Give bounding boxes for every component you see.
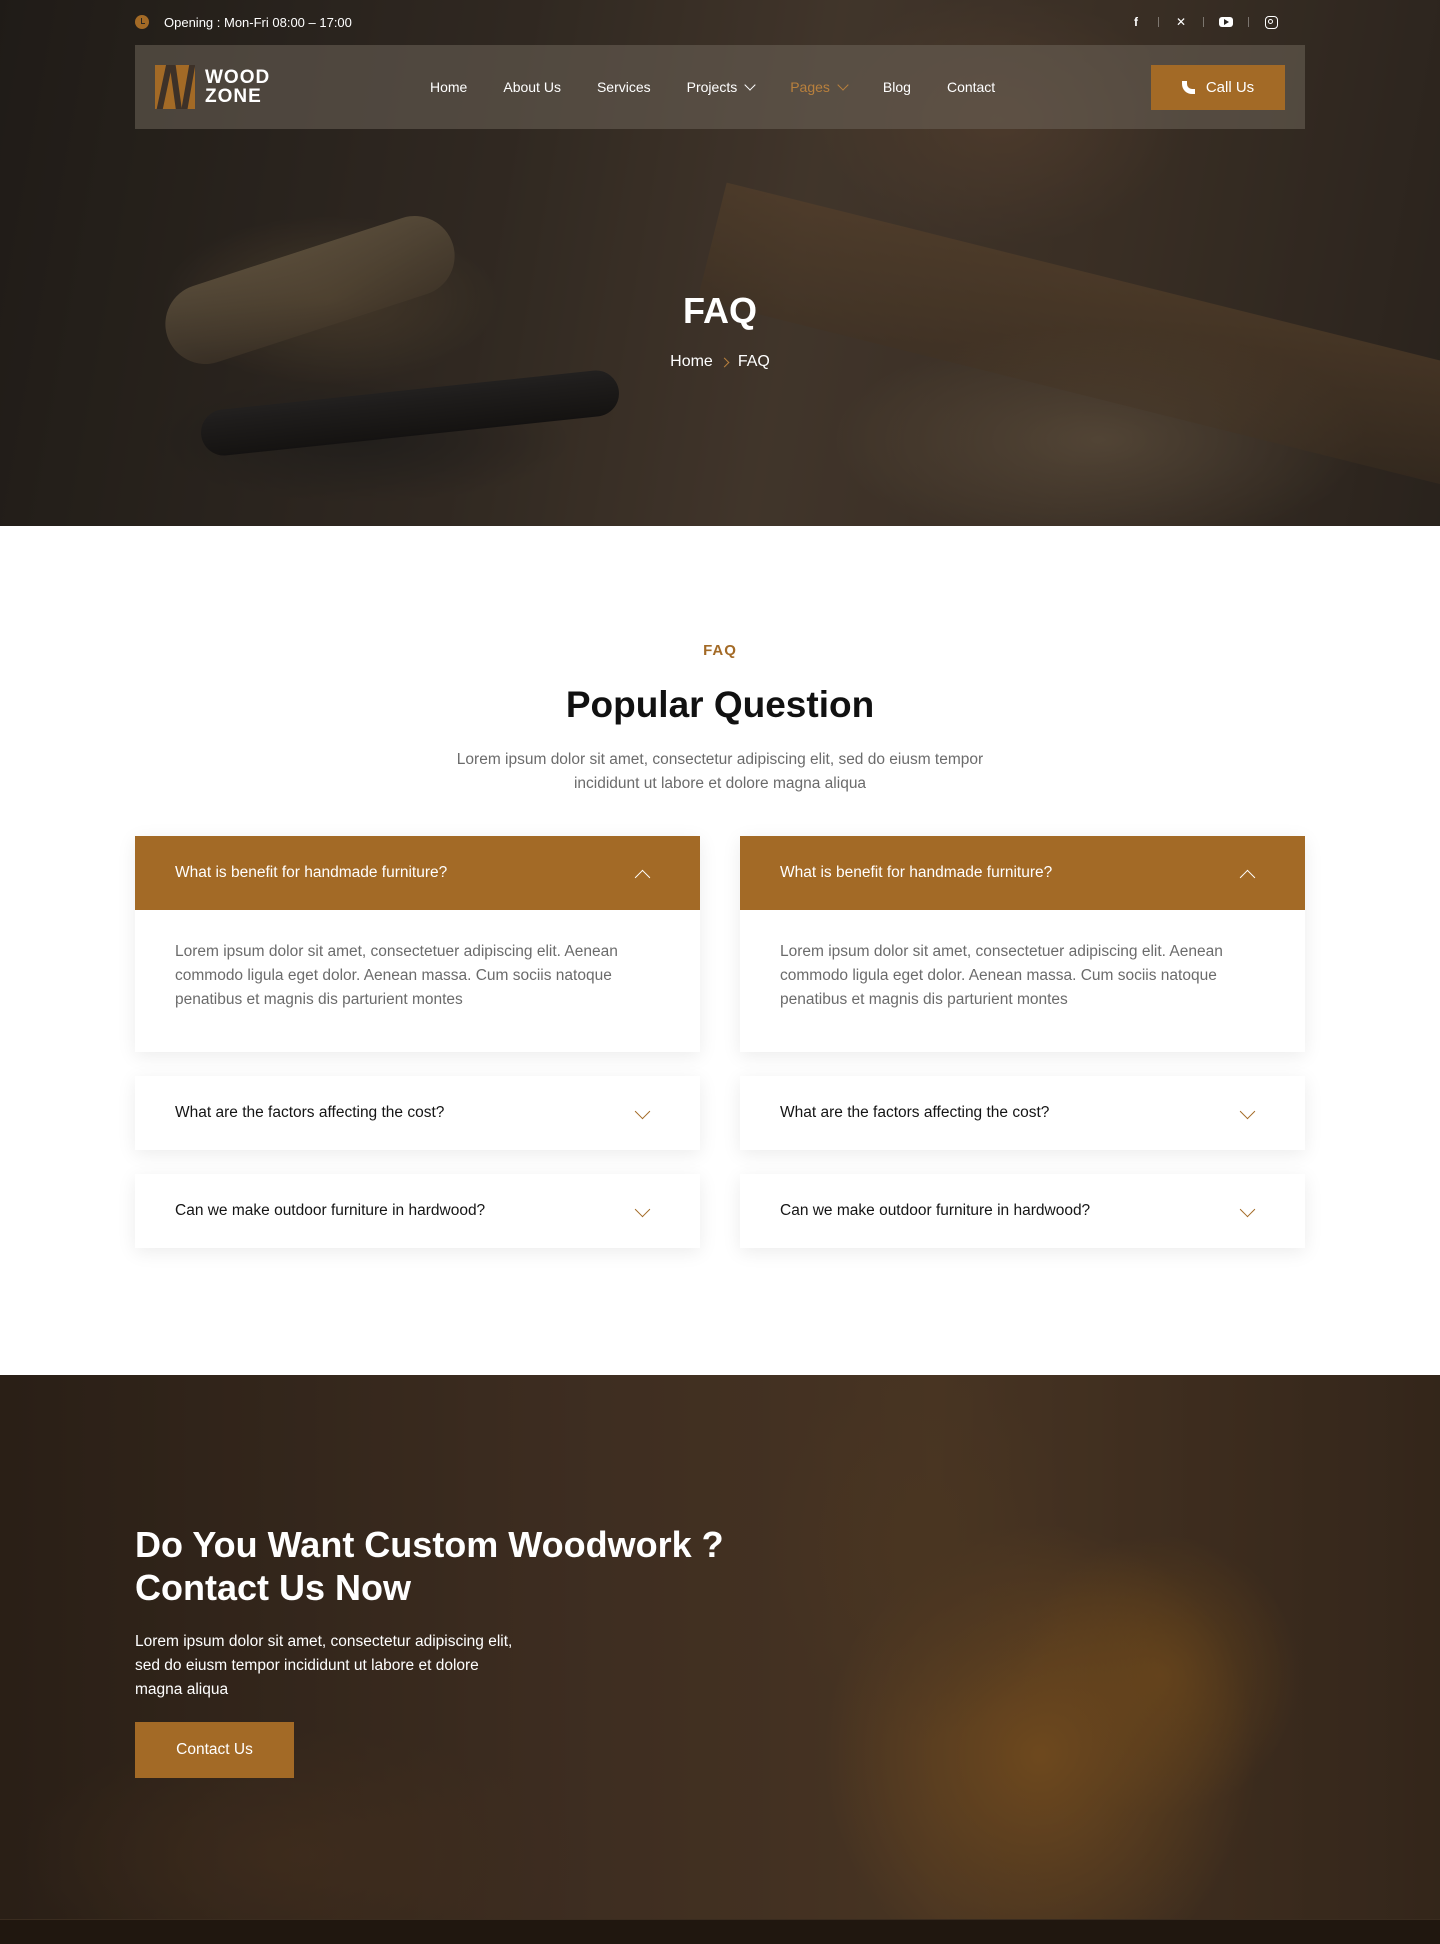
footer-edge [0, 1919, 1440, 1944]
main-navbar: WOOD ZONE Home About Us Services Project… [135, 45, 1305, 129]
nav-services[interactable]: Services [597, 79, 651, 95]
faq-question[interactable]: Can we make outdoor furniture in hardwoo… [740, 1174, 1305, 1248]
section-description: Lorem ipsum dolor sit amet, consectetur … [456, 751, 984, 792]
nav-about-us[interactable]: About Us [503, 79, 561, 95]
chevron-up-icon [1239, 869, 1256, 886]
nav-blog[interactable]: Blog [883, 79, 911, 95]
page-hero: Opening : Mon-Fri 08:00 – 17:00 f ✕ WOOD… [0, 0, 1440, 526]
faq-item: Can we make outdoor furniture in hardwoo… [135, 1174, 700, 1248]
nav-pages[interactable]: Pages [790, 78, 849, 95]
chevron-down-icon [1239, 1201, 1256, 1218]
breadcrumb: Home FAQ [0, 353, 1440, 371]
chevron-down-icon [634, 1201, 651, 1218]
faq-item: What are the factors affecting the cost? [135, 1076, 700, 1150]
faq-item: What are the factors affecting the cost? [740, 1076, 1305, 1150]
section-title: Popular Question [565, 684, 875, 725]
faq-question[interactable]: What is benefit for handmade furniture? [135, 836, 700, 910]
faq-item: Can we make outdoor furniture in hardwoo… [740, 1174, 1305, 1248]
instagram-icon[interactable] [1258, 12, 1284, 32]
faq-answer: Lorem ipsum dolor sit amet, consectetuer… [780, 943, 1223, 1008]
call-us-button[interactable]: Call Us [1151, 65, 1285, 110]
faq-question[interactable]: Can we make outdoor furniture in hardwoo… [135, 1174, 700, 1248]
logo-text-line2: ZONE [205, 86, 262, 107]
faq-question[interactable]: What are the factors affecting the cost? [135, 1076, 700, 1150]
youtube-icon[interactable] [1213, 12, 1239, 32]
nav-home[interactable]: Home [430, 79, 467, 95]
faq-answer: Lorem ipsum dolor sit amet, consectetuer… [175, 943, 618, 1008]
breadcrumb-home[interactable]: Home [670, 353, 713, 371]
breadcrumb-current: FAQ [737, 353, 770, 370]
wood-logo-icon [155, 65, 195, 109]
cta-text: Lorem ipsum dolor sit amet, consectetur … [135, 1633, 513, 1698]
top-info-bar: Opening : Mon-Fri 08:00 – 17:00 f ✕ [135, 0, 1305, 44]
social-links: f ✕ [1123, 12, 1284, 32]
nav-projects[interactable]: Projects [687, 78, 756, 95]
x-icon[interactable]: ✕ [1168, 12, 1194, 32]
faq-item: What is benefit for handmade furniture? … [740, 836, 1305, 1052]
nav-menu: Home About Us Services Projects Pages Bl… [430, 45, 1031, 129]
cta-title: Do You Want Custom Woodwork ? Contact Us… [135, 1524, 724, 1608]
clock-icon [135, 15, 149, 29]
faq-question[interactable]: What are the factors affecting the cost? [740, 1076, 1305, 1150]
logo-text-line1: WOOD [205, 67, 271, 88]
nav-contact[interactable]: Contact [947, 79, 995, 95]
chevron-down-icon [634, 1103, 651, 1120]
faq-item: What is benefit for handmade furniture? … [135, 836, 700, 1052]
facebook-icon[interactable]: f [1123, 12, 1149, 32]
faq-column-left: What is benefit for handmade furniture? … [135, 836, 700, 1272]
contact-us-button[interactable]: Contact Us [135, 1722, 294, 1778]
site-logo[interactable]: WOOD ZONE [155, 65, 270, 109]
cta-section: Do You Want Custom Woodwork ? Contact Us… [0, 1375, 1440, 1919]
phone-icon [1181, 80, 1196, 95]
faq-column-right: What is benefit for handmade furniture? … [740, 836, 1305, 1272]
opening-hours: Opening : Mon-Fri 08:00 – 17:00 [164, 14, 352, 30]
chevron-down-icon [744, 78, 756, 91]
page-title: FAQ [682, 290, 757, 331]
chevron-down-icon [837, 78, 849, 91]
chevron-right-icon [719, 357, 730, 367]
section-tag: FAQ [703, 642, 737, 659]
chevron-up-icon [634, 869, 651, 886]
chevron-down-icon [1239, 1103, 1256, 1120]
faq-question[interactable]: What is benefit for handmade furniture? [740, 836, 1305, 910]
